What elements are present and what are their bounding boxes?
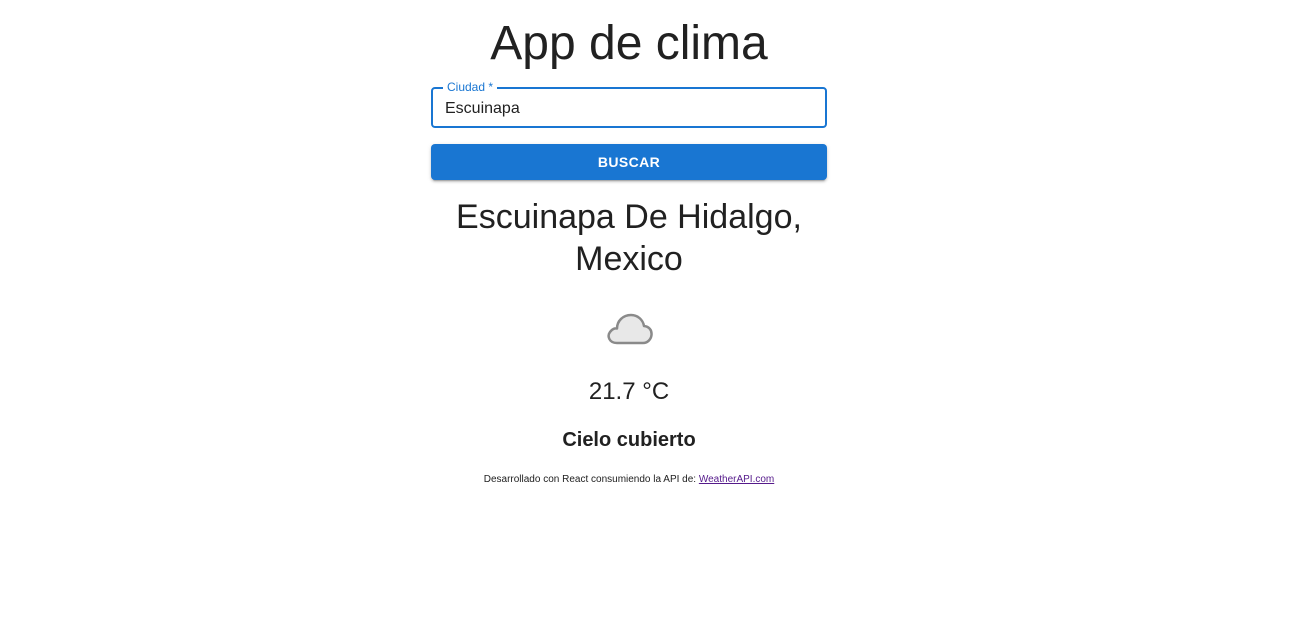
city-name-line2: Mexico <box>575 240 683 278</box>
city-name: Escuinapa De Hidalgo, Mexico <box>431 196 827 280</box>
weatherapi-link[interactable]: WeatherAPI.com <box>699 474 774 485</box>
city-field-label: Ciudad * <box>443 80 498 94</box>
temperature: 21.7 °C <box>588 378 670 405</box>
footer-text: Desarrollado con React consumiendo la AP… <box>483 474 699 485</box>
search-button[interactable]: BUSCAR <box>431 144 827 180</box>
city-input[interactable] <box>445 99 815 118</box>
page-title: App de clima <box>490 17 768 70</box>
weather-condition: Cielo cubierto <box>562 429 696 451</box>
cloud-icon <box>607 313 653 345</box>
city-field[interactable]: Ciudad * <box>431 80 827 128</box>
city-name-line1: Escuinapa De Hidalgo, <box>456 198 802 236</box>
footer-credits: Desarrollado con React consumiendo la AP… <box>431 473 827 486</box>
